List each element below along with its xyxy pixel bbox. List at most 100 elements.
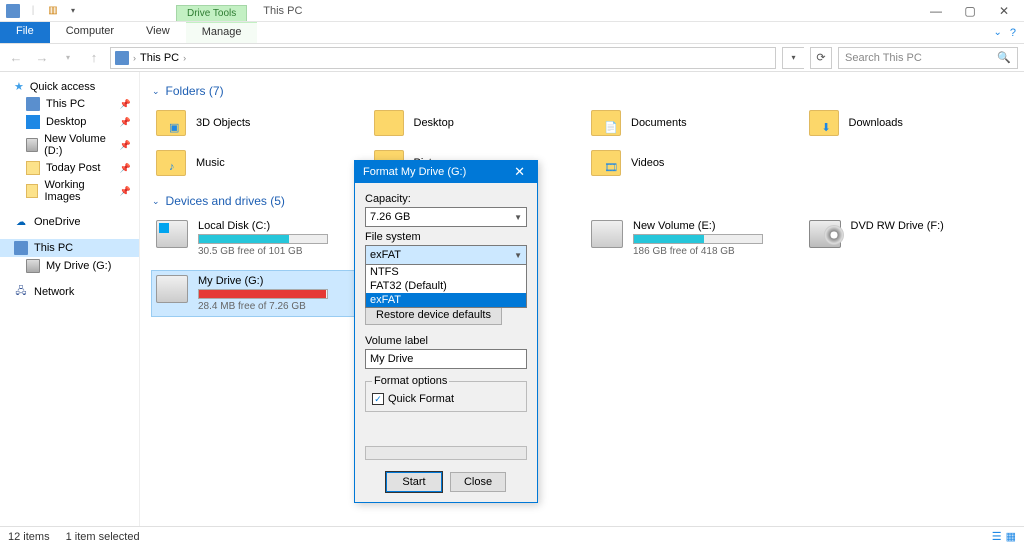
- folder-desktop[interactable]: Desktop: [370, 106, 578, 140]
- sidebar-item-workingimages[interactable]: Working Images📌: [0, 177, 139, 205]
- sidebar-item-label: New Volume (D:): [44, 133, 114, 157]
- nav-back-button[interactable]: ←: [6, 50, 26, 65]
- help-icon[interactable]: ?: [1010, 27, 1016, 39]
- sidebar-item-desktop[interactable]: Desktop📌: [0, 113, 139, 131]
- sidebar-label: Network: [34, 286, 74, 298]
- drive-usage-bar: [198, 289, 328, 299]
- restore-defaults-button[interactable]: Restore device defaults: [365, 305, 502, 325]
- address-pc-icon: [115, 51, 129, 65]
- fs-option-exfat[interactable]: exFAT: [366, 293, 526, 307]
- folder-label: Downloads: [849, 117, 903, 129]
- sidebar-item-label: Today Post: [46, 162, 100, 174]
- folder-icon: [26, 184, 38, 198]
- minimize-button[interactable]: —: [926, 0, 946, 22]
- folder-icon: 🎞: [591, 150, 621, 176]
- desktop-icon: [26, 115, 40, 129]
- nav-up-button[interactable]: ↑: [84, 50, 104, 65]
- volume-label-input[interactable]: My Drive: [365, 349, 527, 369]
- section-folders-header[interactable]: ⌄ Folders (7): [152, 84, 1012, 98]
- ribbon-tab-view[interactable]: View: [130, 22, 186, 43]
- drive-icon: [26, 138, 38, 152]
- drive-free-text: 28.4 MB free of 7.26 GB: [198, 301, 356, 312]
- folder-icon: ▣: [156, 110, 186, 136]
- view-tiles-icon[interactable]: ▦: [1006, 530, 1016, 543]
- fs-option-ntfs[interactable]: NTFS: [366, 265, 526, 279]
- address-history-dropdown[interactable]: ▾: [782, 47, 804, 69]
- quick-format-checkbox[interactable]: ✓ Quick Format: [372, 393, 520, 405]
- folder-documents[interactable]: 📄Documents: [587, 106, 795, 140]
- drive-icon: [591, 220, 623, 248]
- address-bar[interactable]: › This PC ›: [110, 47, 776, 69]
- view-details-icon[interactable]: ☰: [992, 530, 1002, 543]
- start-button[interactable]: Start: [386, 472, 442, 492]
- drive-icon: [156, 275, 188, 303]
- sidebar-item-todaypost[interactable]: Today Post 📌: [0, 159, 139, 177]
- drive-icon: [26, 259, 40, 273]
- sidebar-item-thispc[interactable]: This PC📌: [0, 95, 139, 113]
- address-path: This PC: [140, 52, 179, 64]
- sidebar-item-mydrive[interactable]: My Drive (G:): [0, 257, 139, 275]
- drive-label: Local Disk (C:): [198, 220, 356, 232]
- drive-label: My Drive (G:): [198, 275, 356, 287]
- qat-sep: |: [24, 2, 42, 20]
- folder-icon: [26, 161, 40, 175]
- chevron-right-icon: ›: [183, 53, 186, 63]
- window-controls: — ▢ ✕: [926, 0, 1024, 22]
- address-bar-row: ← → ▾ ↑ › This PC › ▾ ⟳ Search This PC 🔍: [0, 44, 1024, 72]
- properties-icon[interactable]: ▥: [44, 2, 62, 20]
- sidebar-quick-access[interactable]: ★ Quick access: [0, 78, 139, 95]
- dialog-close-button[interactable]: ✕: [510, 164, 529, 180]
- dvd-icon: [809, 220, 841, 248]
- nav-forward-button[interactable]: →: [32, 50, 52, 65]
- sidebar-onedrive[interactable]: ☁OneDrive: [0, 213, 139, 231]
- section-title: Folders (7): [166, 84, 224, 98]
- quick-access-toolbar: | ▥ ▾: [0, 2, 86, 20]
- qat-dropdown-icon[interactable]: ▾: [64, 2, 82, 20]
- section-drives-header[interactable]: ⌄ Devices and drives (5): [152, 194, 1012, 208]
- folder-icon: [374, 110, 404, 136]
- format-progress-bar: [365, 446, 527, 460]
- folder-label: Videos: [631, 157, 664, 169]
- network-icon: 🖧: [14, 285, 28, 299]
- folder-3d-objects[interactable]: ▣3D Objects: [152, 106, 360, 140]
- drive-local-c[interactable]: Local Disk (C:) 30.5 GB free of 101 GB: [152, 216, 360, 261]
- quick-format-label: Quick Format: [388, 393, 454, 405]
- ribbon-expand-icon[interactable]: ⌄: [993, 27, 1001, 38]
- dialog-title-bar[interactable]: Format My Drive (G:) ✕: [355, 161, 537, 183]
- refresh-button[interactable]: ⟳: [810, 47, 832, 69]
- pin-icon: 📌: [120, 163, 131, 174]
- close-dialog-button[interactable]: Close: [450, 472, 506, 492]
- sidebar-label: This PC: [34, 242, 73, 254]
- ribbon: File Computer View Manage ⌄ ?: [0, 22, 1024, 44]
- pin-icon: 📌: [120, 140, 131, 151]
- drive-new-volume-e[interactable]: New Volume (E:) 186 GB free of 418 GB: [587, 216, 795, 261]
- sidebar-item-label: Working Images: [44, 179, 113, 203]
- ribbon-tab-computer[interactable]: Computer: [50, 22, 130, 43]
- nav-recent-dropdown[interactable]: ▾: [58, 53, 78, 62]
- sidebar-this-pc[interactable]: This PC: [0, 239, 139, 257]
- folder-videos[interactable]: 🎞 Videos: [587, 146, 795, 180]
- sidebar-network[interactable]: 🖧 Network: [0, 283, 139, 301]
- ribbon-tab-manage[interactable]: Manage: [186, 22, 258, 43]
- maximize-button[interactable]: ▢: [960, 0, 980, 22]
- close-button[interactable]: ✕: [994, 0, 1014, 22]
- capacity-select[interactable]: 7.26 GB ▼: [365, 207, 527, 227]
- drive-usage-bar: [633, 234, 763, 244]
- folder-music[interactable]: ♪Music: [152, 146, 360, 180]
- file-system-label: File system: [365, 231, 527, 243]
- navigation-pane: ★ Quick access This PC📌 Desktop📌 New Vol…: [0, 72, 140, 526]
- folder-icon: 📄: [591, 110, 621, 136]
- drive-label: New Volume (E:): [633, 220, 791, 232]
- fs-option-fat32[interactable]: FAT32 (Default): [366, 279, 526, 293]
- folder-downloads[interactable]: ⬇Downloads: [805, 106, 1013, 140]
- drive-dvd-rw-f[interactable]: DVD RW Drive (F:): [805, 216, 1013, 261]
- volume-label-label: Volume label: [365, 335, 527, 347]
- drive-my-drive-g[interactable]: My Drive (G:) 28.4 MB free of 7.26 GB: [152, 271, 360, 316]
- sidebar-item-newvolume[interactable]: New Volume (D:) 📌: [0, 131, 139, 159]
- file-system-value: exFAT: [370, 249, 401, 261]
- file-system-select[interactable]: exFAT ▼: [365, 245, 527, 265]
- ribbon-tab-file[interactable]: File: [0, 22, 50, 43]
- search-input[interactable]: Search This PC 🔍: [838, 47, 1018, 69]
- volume-label-value: My Drive: [370, 353, 413, 365]
- format-dialog: Format My Drive (G:) ✕ Capacity: 7.26 GB…: [354, 160, 538, 503]
